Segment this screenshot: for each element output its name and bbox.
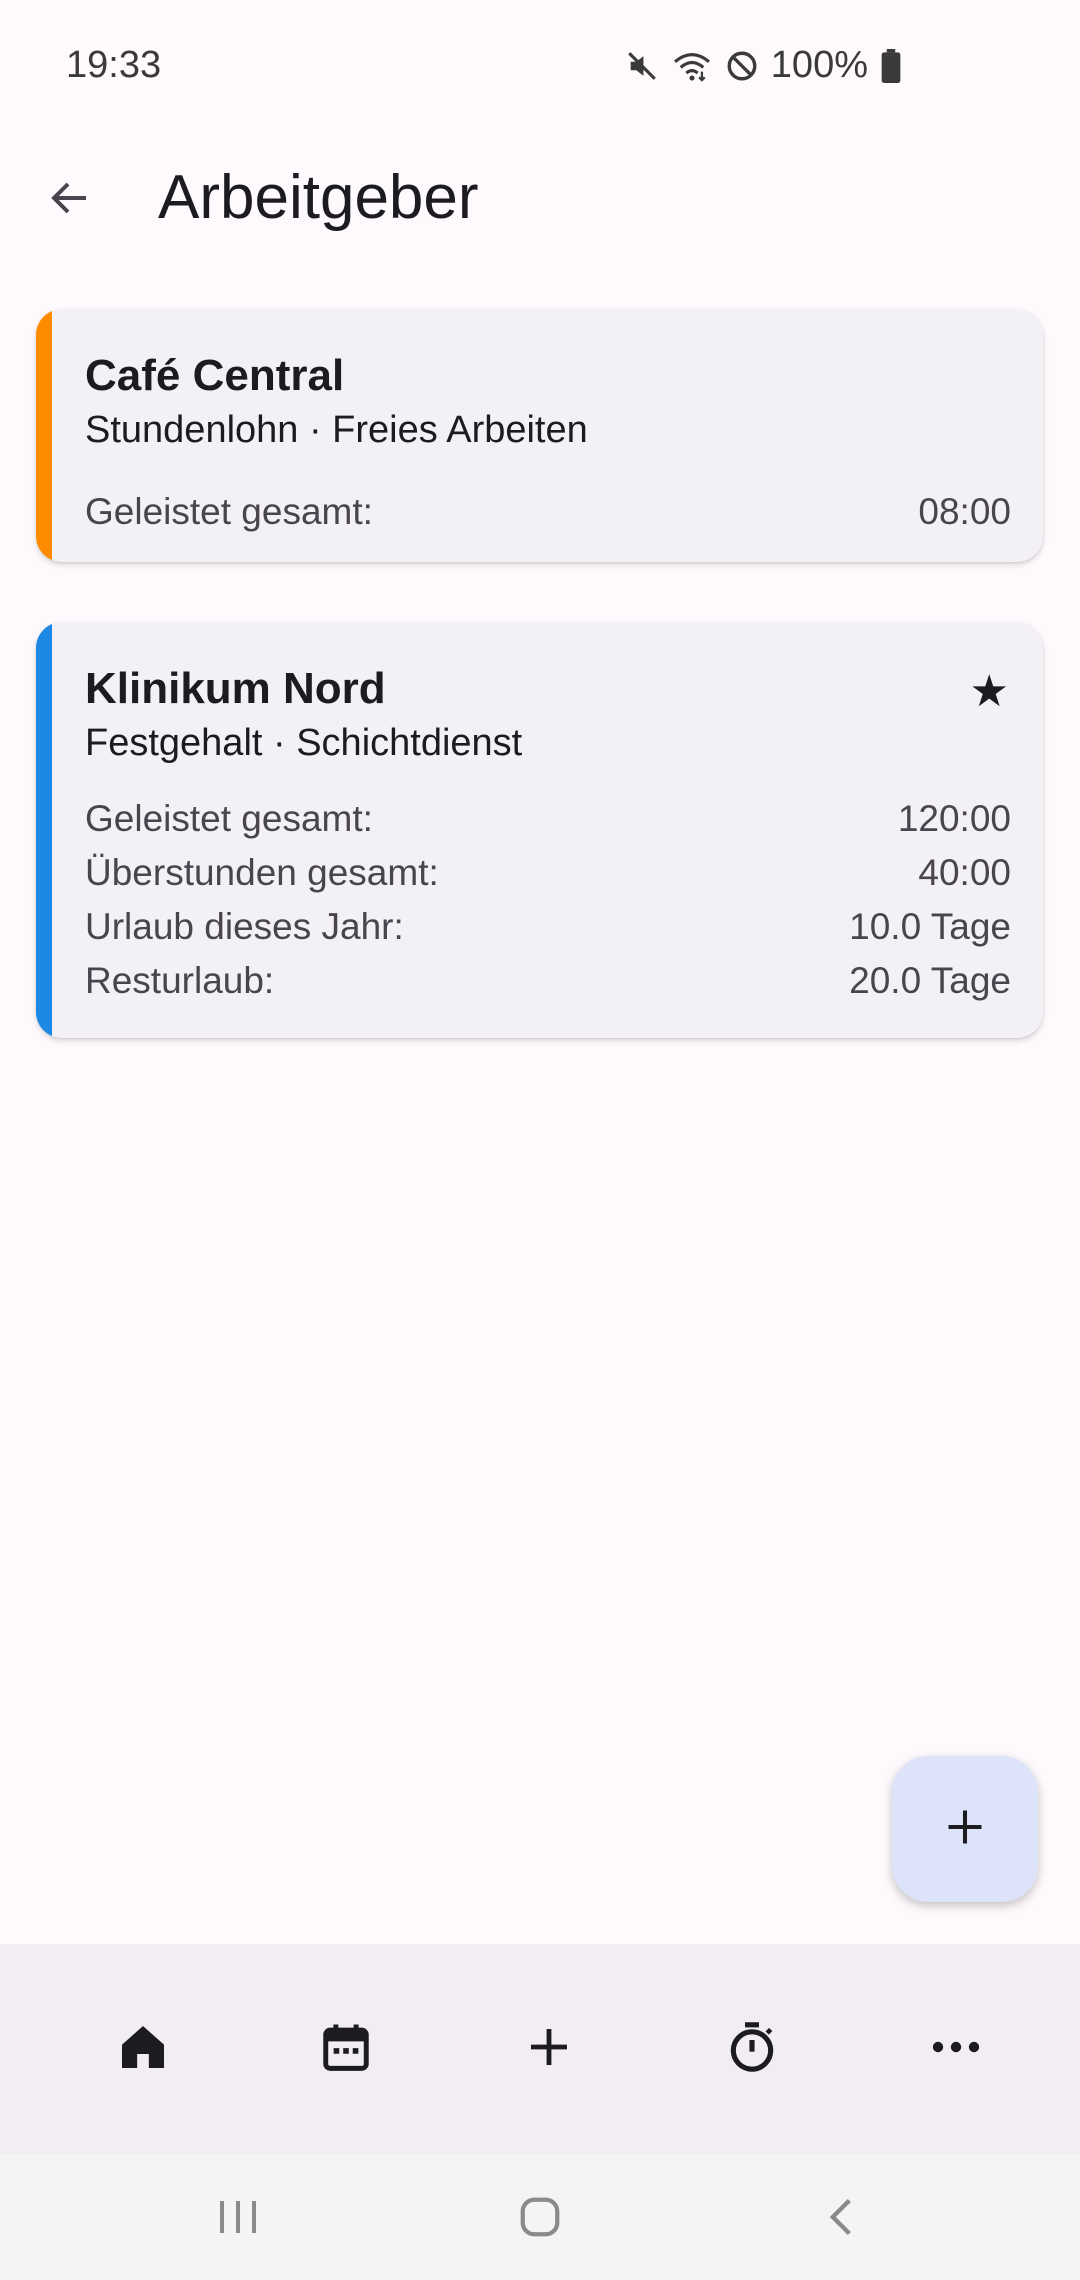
arrow-back-icon xyxy=(46,174,94,227)
stat-label: Resturlaub: xyxy=(85,960,275,1001)
employer-subtitle: Festgehalt · Schichtdienst xyxy=(85,722,523,764)
stat-label: Geleistet gesamt: xyxy=(85,491,373,532)
page-title: Arbeitgeber xyxy=(158,163,479,232)
stat-label: Überstunden gesamt: xyxy=(85,852,439,893)
stat-value: 120:00 xyxy=(897,798,1011,839)
battery-text: 100% xyxy=(770,44,868,86)
card-accent-bar xyxy=(36,622,52,1038)
stat-value: 40:00 xyxy=(918,852,1011,893)
bottom-navigation xyxy=(0,1944,1080,2154)
recent-apps-icon xyxy=(216,2197,260,2242)
stat-row: Geleistet gesamt: 08:00 xyxy=(85,485,1011,539)
battery-icon xyxy=(880,48,902,83)
screen: 19:33 100% Arbeitgeber Café Central Stun… xyxy=(0,0,1080,2280)
home-icon xyxy=(115,2019,171,2080)
stat-value: 10.0 Tage xyxy=(849,906,1011,947)
plus-icon xyxy=(525,2023,573,2076)
stat-row: Urlaub dieses Jahr: 10.0 Tage xyxy=(85,900,1011,954)
card-accent-bar xyxy=(36,309,52,562)
employer-stats: Geleistet gesamt: 120:00 Überstunden ges… xyxy=(85,792,1011,1008)
employer-card-cafe-central[interactable]: Café Central Stundenlohn · Freies Arbeit… xyxy=(36,309,1043,562)
add-employer-fab[interactable] xyxy=(892,1756,1038,1902)
nav-timer[interactable] xyxy=(697,2004,807,2094)
do-not-disturb-icon xyxy=(725,49,759,83)
system-navigation-bar xyxy=(0,2154,1080,2280)
stat-label: Geleistet gesamt: xyxy=(85,798,373,839)
nav-home[interactable] xyxy=(88,2004,198,2094)
stat-value: 08:00 xyxy=(918,491,1011,532)
star-icon[interactable]: ★ xyxy=(970,666,1009,717)
plus-icon xyxy=(943,1805,987,1854)
stat-row: Resturlaub: 20.0 Tage xyxy=(85,954,1011,1008)
nav-add[interactable] xyxy=(494,2004,604,2094)
recent-apps-button[interactable] xyxy=(193,2184,283,2254)
employer-name: Café Central xyxy=(85,351,345,400)
stat-label: Urlaub dieses Jahr: xyxy=(85,906,404,947)
employer-card-klinikum-nord[interactable]: Klinikum Nord ★ Festgehalt · Schichtdien… xyxy=(36,622,1043,1038)
more-icon xyxy=(930,2037,982,2062)
stat-row: Überstunden gesamt: 40:00 xyxy=(85,846,1011,900)
wifi-icon xyxy=(671,49,713,83)
nav-more[interactable] xyxy=(901,2004,1011,2094)
system-home-button[interactable] xyxy=(495,2184,585,2254)
employer-stats: Geleistet gesamt: 08:00 xyxy=(85,485,1011,539)
home-button-icon xyxy=(517,2194,563,2245)
status-bar: 19:33 100% xyxy=(0,0,1080,130)
stat-value: 20.0 Tage xyxy=(849,960,1011,1001)
mute-icon xyxy=(625,49,659,83)
calendar-icon xyxy=(319,2019,373,2080)
back-button[interactable] xyxy=(30,160,110,240)
employer-subtitle: Stundenlohn · Freies Arbeiten xyxy=(85,409,588,451)
stat-row: Geleistet gesamt: 120:00 xyxy=(85,792,1011,846)
system-back-button[interactable] xyxy=(797,2184,887,2254)
app-bar: Arbeitgeber xyxy=(0,130,1080,260)
nav-calendar[interactable] xyxy=(291,2004,401,2094)
system-back-icon xyxy=(822,2195,862,2244)
status-time: 19:33 xyxy=(66,44,162,86)
stopwatch-icon xyxy=(724,2019,780,2080)
employer-name: Klinikum Nord xyxy=(85,664,386,713)
status-icons: 100% xyxy=(625,44,902,87)
